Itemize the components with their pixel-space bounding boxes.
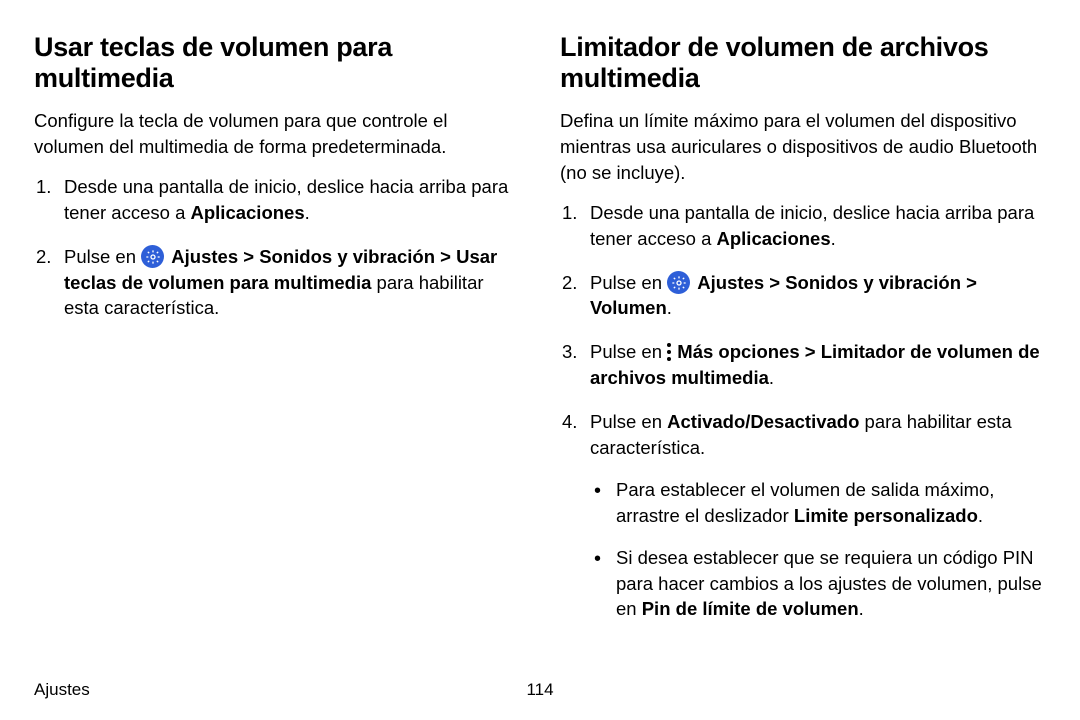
text: Pulse en xyxy=(64,246,141,267)
onoff-label: Activado/Desactivado xyxy=(667,411,859,432)
footer-section-name: Ajustes xyxy=(34,680,90,700)
right-step-4: Pulse en Activado/Desactivado para habil… xyxy=(560,409,1046,622)
sounds-label: Sonidos y vibración xyxy=(785,272,961,293)
text: . xyxy=(305,202,310,223)
right-heading: Limitador de volumen de archivos multime… xyxy=(560,32,1046,94)
right-column: Limitador de volumen de archivos multime… xyxy=(560,32,1046,670)
apps-label: Aplicaciones xyxy=(717,228,831,249)
sep: > xyxy=(435,246,456,267)
right-sub-list: Para establecer el volumen de salida máx… xyxy=(590,477,1046,622)
left-column: Usar teclas de volumen para multimedia C… xyxy=(34,32,520,670)
manual-page: Usar teclas de volumen para multimedia C… xyxy=(0,0,1080,720)
volume-label: Volumen xyxy=(590,297,667,318)
text: . xyxy=(769,367,774,388)
right-steps-list: Desde una pantalla de inicio, deslice ha… xyxy=(560,200,1046,623)
more-options-icon xyxy=(667,342,671,362)
right-step-2: Pulse en Ajustes > Sonidos y vibración >… xyxy=(560,270,1046,322)
right-step-1: Desde una pantalla de inicio, deslice ha… xyxy=(560,200,1046,252)
settings-label: Ajustes xyxy=(697,272,764,293)
sep: > xyxy=(961,272,977,293)
sep: > xyxy=(238,246,259,267)
sep: > xyxy=(764,272,785,293)
sep: > xyxy=(800,341,821,362)
text: . xyxy=(667,297,672,318)
text: Pulse en xyxy=(590,411,667,432)
settings-icon xyxy=(141,245,164,268)
sounds-label: Sonidos y vibración xyxy=(259,246,435,267)
left-step-2: Pulse en Ajustes > Sonidos y vibración >… xyxy=(34,244,520,322)
text: Pulse en xyxy=(590,341,667,362)
right-step-3: Pulse en Más opciones > Limitador de vol… xyxy=(560,339,1046,391)
more-options-label: Más opciones xyxy=(677,341,799,362)
settings-label: Ajustes xyxy=(171,246,238,267)
page-footer: Ajustes 114 xyxy=(34,676,1046,700)
apps-label: Aplicaciones xyxy=(191,202,305,223)
right-sub-1: Para establecer el volumen de salida máx… xyxy=(590,477,1046,529)
left-step-1: Desde una pantalla de inicio, deslice ha… xyxy=(34,174,520,226)
text: . xyxy=(831,228,836,249)
text: . xyxy=(978,505,983,526)
custom-limit-label: Limite personalizado xyxy=(794,505,978,526)
right-sub-2: Si desea establecer que se requiera un c… xyxy=(590,545,1046,623)
text: . xyxy=(859,598,864,619)
footer-page-number: 114 xyxy=(526,680,553,700)
left-lead-paragraph: Configure la tecla de volumen para que c… xyxy=(34,108,520,160)
left-steps-list: Desde una pantalla de inicio, deslice ha… xyxy=(34,174,520,321)
pin-label: Pin de límite de volumen xyxy=(642,598,859,619)
left-heading: Usar teclas de volumen para multimedia xyxy=(34,32,520,94)
settings-icon xyxy=(667,271,690,294)
two-column-layout: Usar teclas de volumen para multimedia C… xyxy=(34,32,1046,670)
right-lead-paragraph: Defina un límite máximo para el volumen … xyxy=(560,108,1046,186)
text: Pulse en xyxy=(590,272,667,293)
